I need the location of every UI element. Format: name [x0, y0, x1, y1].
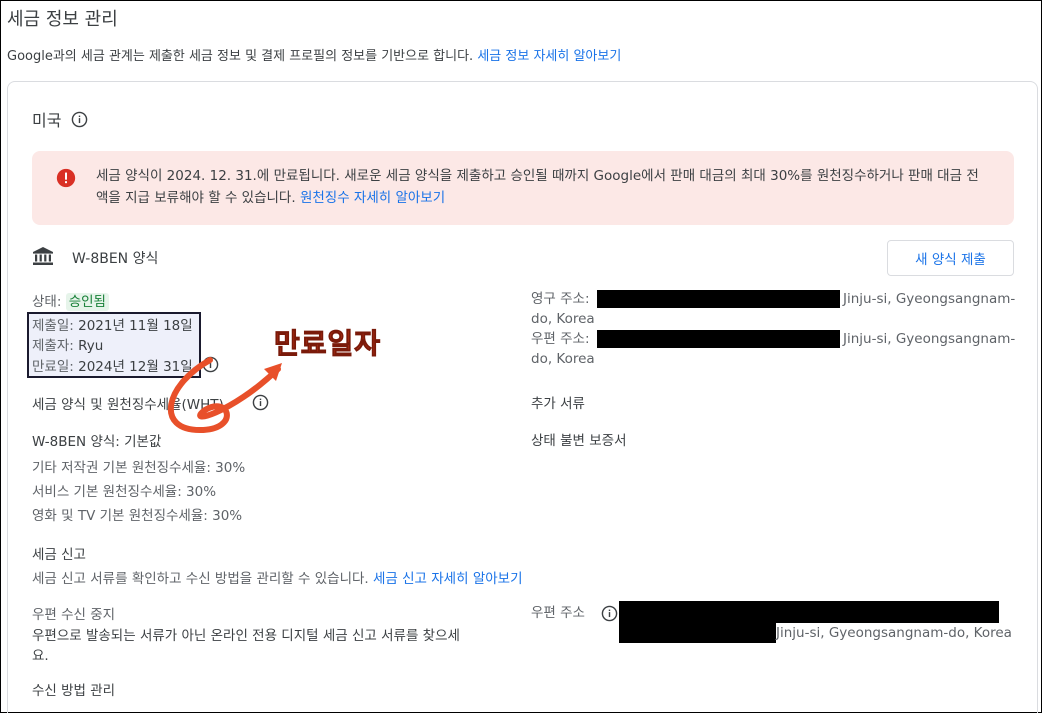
submitted-value: 2021년 11월 18일: [78, 318, 193, 334]
rate-row-3: 영화 및 TV 기본 원천징수세율: 30%: [32, 508, 243, 524]
bank-icon: [32, 246, 54, 270]
submitter-row: 제출자: Ryu: [32, 334, 103, 354]
postal-address-tail: Jinju-si, Gyeongsangnam-do, Korea: [776, 625, 1012, 641]
tax-reporting-learn-more-link[interactable]: 세금 신고 자세히 알아보기: [373, 571, 523, 587]
country-name: 미국: [32, 111, 62, 130]
certificate-link[interactable]: 상태 불변 보증서: [531, 429, 627, 449]
withholding-learn-more-link[interactable]: 원천징수 자세히 알아보기: [300, 190, 445, 206]
status-badge: 승인됨: [65, 293, 109, 311]
page-title: 세금 정보 관리: [7, 9, 118, 30]
redacted-postal-address-2: [619, 622, 776, 643]
w8ben-default-link[interactable]: W-8BEN 양식: 기본값: [32, 430, 161, 450]
status-row: 상태: 승인됨: [32, 290, 109, 311]
submitted-date-row: 제출일: 2021년 11월 18일: [32, 314, 193, 334]
status-label: 상태:: [32, 294, 62, 310]
paper-stop-description-1: 우편으로 발송되는 서류가 아닌 온라인 전용 디지털 세금 신고 서류를 찾으…: [32, 628, 460, 644]
manage-delivery-link[interactable]: 수신 방법 관리: [32, 679, 115, 699]
page-description-text: Google과의 세금 관계는 제출한 세금 정보 및 결제 프로필의 정보를 …: [7, 49, 474, 64]
annotation-arrow: [167, 357, 282, 434]
redacted-permanent-address: [597, 290, 840, 308]
permanent-address-label: 영구 주소:: [531, 291, 590, 307]
paper-stop-title: 우편 수신 중지: [32, 607, 116, 623]
mailing-address-tail: Jinju-si, Gyeongsangnam-: [843, 331, 1016, 347]
error-icon: [56, 168, 76, 188]
alert-message: 세금 양식이 2024. 12. 31.에 만료됩니다. 새로운 세금 양식을 …: [96, 165, 986, 209]
expiry-label: 만료일:: [32, 359, 74, 375]
rate-row-2: 서비스 기본 원천징수세율: 30%: [32, 484, 217, 500]
permanent-address-tail2: do, Korea: [531, 311, 595, 327]
submitter-label: 제출자:: [32, 338, 74, 354]
submit-new-form-button[interactable]: 새 양식 제출: [887, 240, 1014, 276]
alert-text: 세금 양식이 2024. 12. 31.에 만료됩니다. 새로운 세금 양식을 …: [96, 168, 979, 206]
expiry-alert: 세금 양식이 2024. 12. 31.에 만료됩니다. 새로운 세금 양식을 …: [32, 151, 1014, 225]
mailing-address-label: 우편 주소:: [531, 331, 590, 347]
form-name: W-8BEN 양식: [72, 251, 159, 267]
info-icon[interactable]: [71, 111, 88, 128]
info-icon[interactable]: [601, 605, 618, 626]
additional-docs-title: 추가 서류: [531, 396, 585, 412]
postal-address-label: 우편 주소: [531, 605, 585, 621]
redacted-mailing-address: [597, 330, 840, 348]
tax-reporting-description: 세금 신고 서류를 확인하고 수신 방법을 관리할 수 있습니다. 세금 신고 …: [32, 567, 523, 587]
page-description: Google과의 세금 관계는 제출한 세금 정보 및 결제 프로필의 정보를 …: [7, 45, 621, 64]
tax-reporting-text: 세금 신고 서류를 확인하고 수신 방법을 관리할 수 있습니다.: [32, 571, 369, 587]
submitter-value: Ryu: [78, 338, 104, 354]
redacted-postal-address-1: [619, 601, 999, 623]
rate-row-1: 기타 저작권 기본 원천징수세율: 30%: [32, 460, 246, 476]
permanent-address-tail: Jinju-si, Gyeongsangnam-: [843, 291, 1016, 307]
submitted-label: 제출일:: [32, 318, 74, 334]
annotation-text: 만료일자: [273, 327, 382, 361]
form-heading: W-8BEN 양식: [32, 246, 158, 270]
country-heading: 미국: [32, 107, 88, 131]
paper-stop-description-2: 요.: [32, 648, 49, 664]
tax-info-learn-more-link[interactable]: 세금 정보 자세히 알아보기: [477, 49, 621, 64]
mailing-address-tail2: do, Korea: [531, 351, 595, 367]
tax-reporting-title: 세금 신고: [32, 547, 86, 563]
